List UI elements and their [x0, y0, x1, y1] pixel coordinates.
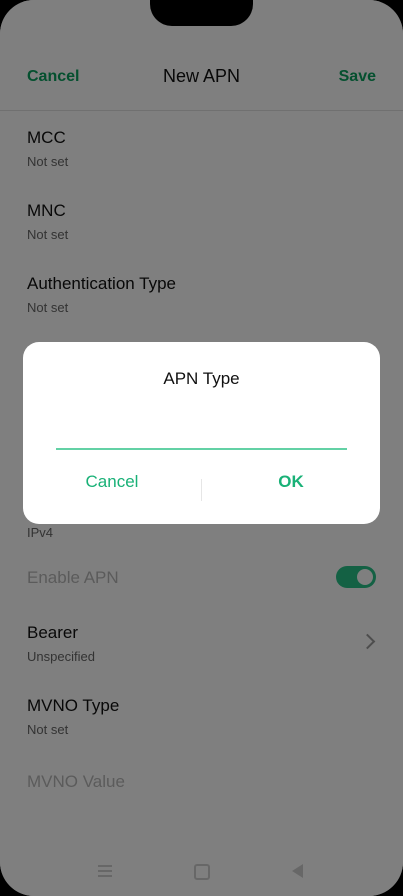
- apn-type-dialog: APN Type Cancel OK: [23, 342, 380, 524]
- apn-type-input[interactable]: [56, 414, 347, 450]
- dialog-title: APN Type: [163, 369, 240, 388]
- dialog-ok-button[interactable]: OK: [202, 472, 380, 492]
- dialog-cancel-button[interactable]: Cancel: [23, 472, 201, 492]
- phone-screen: 10:00 Cancel New APN Save MCC Not set MN…: [0, 0, 403, 896]
